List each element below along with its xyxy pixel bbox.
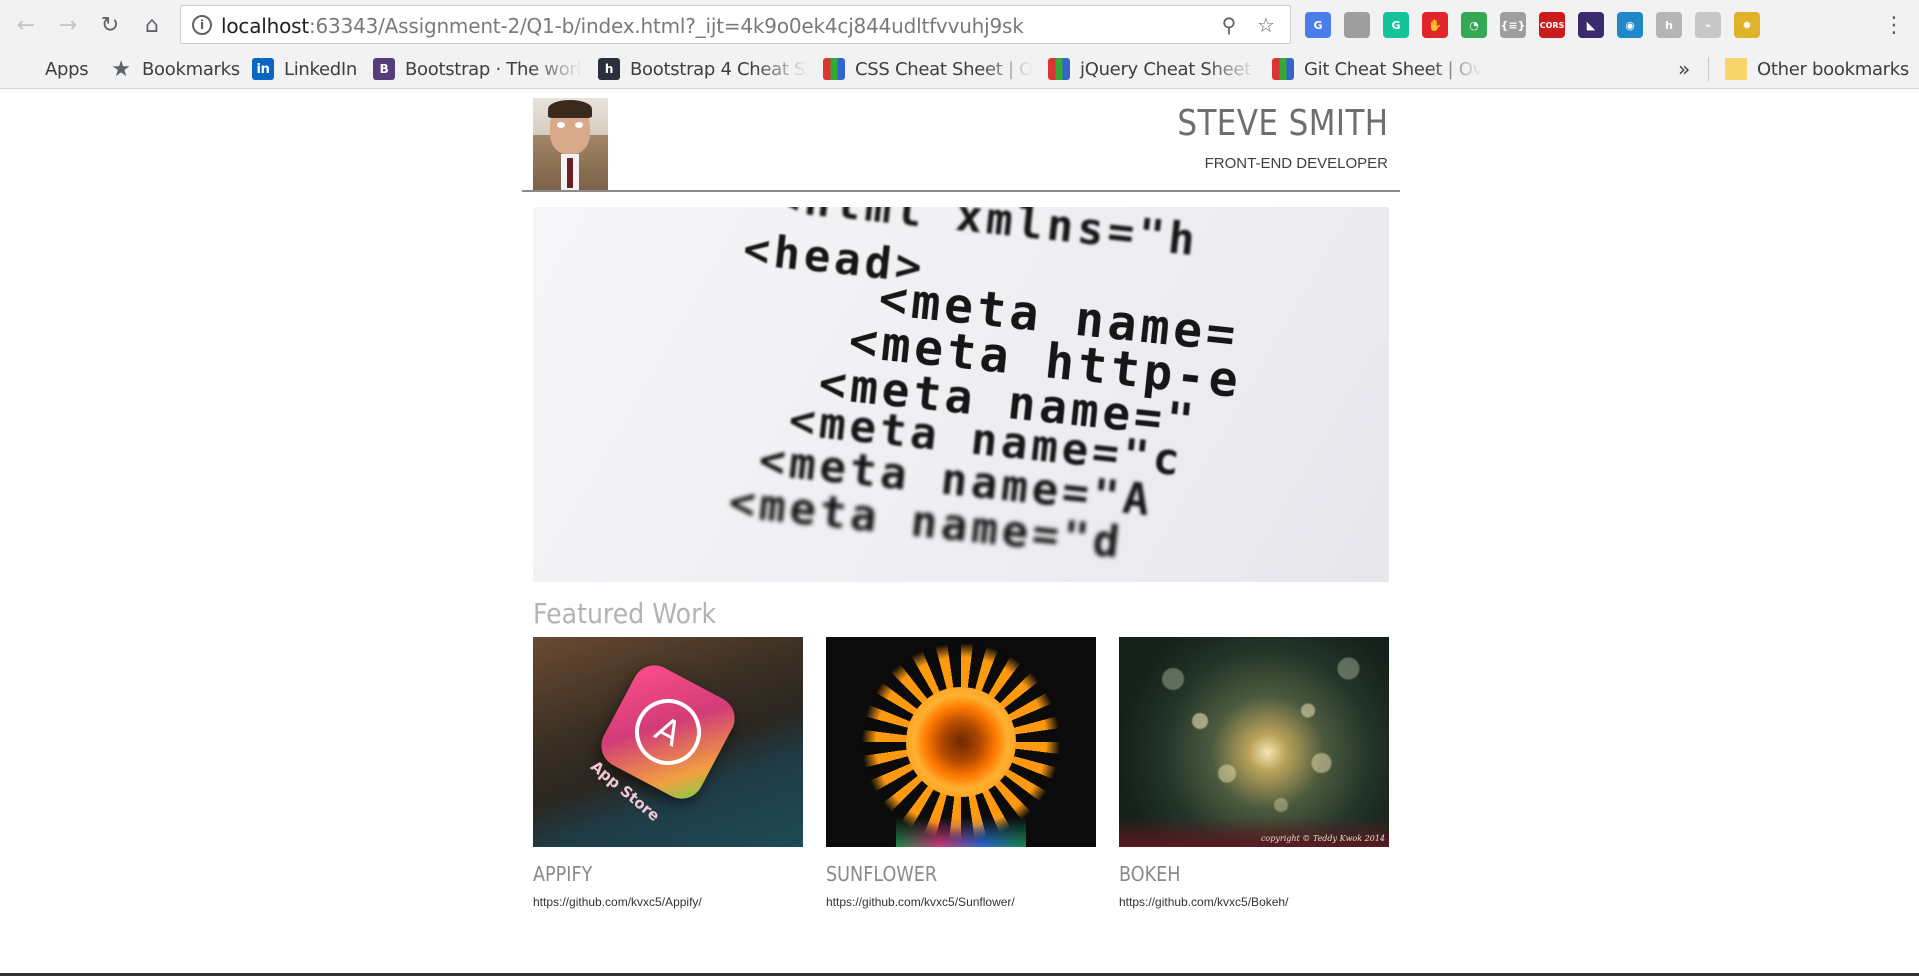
bookmark-other-bookmarks[interactable]: Other bookmarks — [1725, 56, 1909, 82]
apps-grid-icon — [16, 60, 35, 79]
bookmark-label: Bootstrap 4 Cheat Sh — [630, 58, 808, 80]
sunflower-center — [906, 687, 1016, 797]
browser-toolbar: ← → ↻ ⌂ i localhost:63343/Assignment-2/Q… — [0, 0, 1919, 49]
featured-work-heading: Featured Work — [533, 597, 717, 630]
bookmark-label: Bookmarks — [142, 58, 240, 80]
docs-icon[interactable] — [1344, 12, 1370, 38]
bookmark-star-icon[interactable]: ☆ — [1254, 13, 1278, 37]
bookmark-linkedin[interactable]: in LinkedIn — [252, 56, 357, 82]
adblock-icon[interactable]: ✋ — [1422, 12, 1448, 38]
json-icon[interactable]: {≡} — [1500, 12, 1526, 38]
hackerthemes-icon: h — [598, 58, 620, 80]
puzzle-icon[interactable]: h — [1656, 12, 1682, 38]
bookmark-label: jQuery Cheat Sheet | C — [1080, 58, 1258, 80]
project-link[interactable]: https://github.com/kvxc5/Appify/ — [533, 895, 803, 909]
reload-icon[interactable]: ↻ — [96, 11, 124, 39]
page-container: STEVE SMITH FRONT-END DEVELOPER <html xm… — [522, 89, 1400, 909]
profile-photo — [533, 98, 608, 190]
overapi-icon — [823, 58, 845, 80]
bookmark-bootstrap[interactable]: B Bootstrap · The world's — [373, 56, 583, 82]
speed-icon[interactable]: ◔ — [1461, 12, 1487, 38]
folder-icon — [1725, 58, 1747, 80]
url-host: localhost — [221, 14, 309, 38]
bokeh-copyright: copyright © Teddy Kwok 2014 — [1260, 834, 1385, 843]
google-translate-icon[interactable]: G — [1305, 12, 1331, 38]
overapi-icon — [1048, 58, 1070, 80]
grammarly-icon[interactable]: G — [1383, 12, 1409, 38]
home-icon[interactable]: ⌂ — [138, 11, 166, 39]
forward-arrow-icon[interactable]: → — [54, 11, 82, 39]
bootstrap-icon: B — [373, 58, 395, 80]
bookmark-label: LinkedIn — [284, 58, 358, 80]
bookmarks-overflow-chevron[interactable]: » — [1678, 56, 1690, 82]
bookmark-git-cheatsheet[interactable]: Git Cheat Sheet | Ove — [1272, 56, 1482, 82]
site-header: STEVE SMITH FRONT-END DEVELOPER — [522, 89, 1400, 192]
pdf-icon[interactable]: ⌁ — [1695, 12, 1721, 38]
project-card-appify[interactable]: A App Store APPIFY https://github.com/kv… — [533, 637, 803, 909]
menu-kebab-icon[interactable]: ⋮ — [1880, 11, 1908, 39]
project-title: SUNFLOWER — [826, 862, 938, 886]
bokeh-thumbnail[interactable]: copyright © Teddy Kwok 2014 — [1119, 637, 1389, 847]
appify-thumbnail[interactable]: A App Store — [533, 637, 803, 847]
overapi-icon — [1272, 58, 1294, 80]
bookmark-jquery-cheatsheet[interactable]: jQuery Cheat Sheet | C — [1048, 56, 1258, 82]
project-card-sunflower[interactable]: SUNFLOWER https://github.com/kvxc5/Sunfl… — [826, 637, 1096, 909]
project-title: APPIFY — [533, 862, 593, 886]
overflow-chevron-icon: » — [1678, 57, 1690, 81]
project-card-bokeh[interactable]: copyright © Teddy Kwok 2014 BOKEH https:… — [1119, 637, 1389, 909]
back-arrow-icon[interactable]: ← — [12, 11, 40, 39]
bookmark-bootstrap-cheatsheet[interactable]: h Bootstrap 4 Cheat Sh — [598, 56, 808, 82]
vs-icon[interactable]: ◣ — [1578, 12, 1604, 38]
zoom-search-icon[interactable]: ⚲ — [1217, 13, 1241, 37]
bookmark-bookmarks[interactable]: ★ Bookmarks — [110, 56, 240, 82]
bookmarks-bar: Apps ★ Bookmarks in LinkedIn B Bootstrap… — [0, 49, 1919, 89]
project-title: BOKEH — [1119, 862, 1181, 886]
profile-role: FRONT-END DEVELOPER — [1204, 155, 1388, 172]
url-text[interactable]: localhost:63343/Assignment-2/Q1-b/index.… — [221, 14, 1024, 38]
eye-icon[interactable]: ◉ — [1617, 12, 1643, 38]
bookmark-label: Bootstrap · The world's — [405, 58, 583, 80]
project-link[interactable]: https://github.com/kvxc5/Sunflower/ — [826, 895, 1096, 909]
bookmark-apps[interactable]: Apps — [16, 56, 88, 82]
project-link[interactable]: https://github.com/kvxc5/Bokeh/ — [1119, 895, 1389, 909]
bookmark-label: Apps — [45, 58, 89, 80]
bokeh-lights — [1119, 637, 1389, 847]
tools-icon[interactable]: ✹ — [1734, 12, 1760, 38]
profile-name: STEVE SMITH — [1176, 103, 1388, 144]
site-info-icon[interactable]: i — [192, 15, 212, 35]
star-icon: ★ — [111, 56, 131, 82]
bookmark-label: Git Cheat Sheet | Ove — [1304, 58, 1482, 80]
address-bar[interactable]: i localhost:63343/Assignment-2/Q1-b/inde… — [180, 5, 1291, 44]
bookmark-label: Other bookmarks — [1757, 58, 1909, 80]
url-path: :63343/Assignment-2/Q1-b/index.html?_ijt… — [308, 14, 1024, 38]
bookmark-css-cheatsheet[interactable]: CSS Cheat Sheet | Ov — [823, 56, 1033, 82]
hero-code-image: <html xmlns="h <head> <meta name= <meta … — [533, 207, 1389, 582]
bookmarks-divider — [1708, 57, 1709, 81]
sunflower-thumbnail[interactable] — [826, 637, 1096, 847]
bookmark-label: CSS Cheat Sheet | Ov — [855, 58, 1033, 80]
cors-icon[interactable]: CORS — [1539, 12, 1565, 38]
linkedin-icon: in — [252, 58, 274, 80]
